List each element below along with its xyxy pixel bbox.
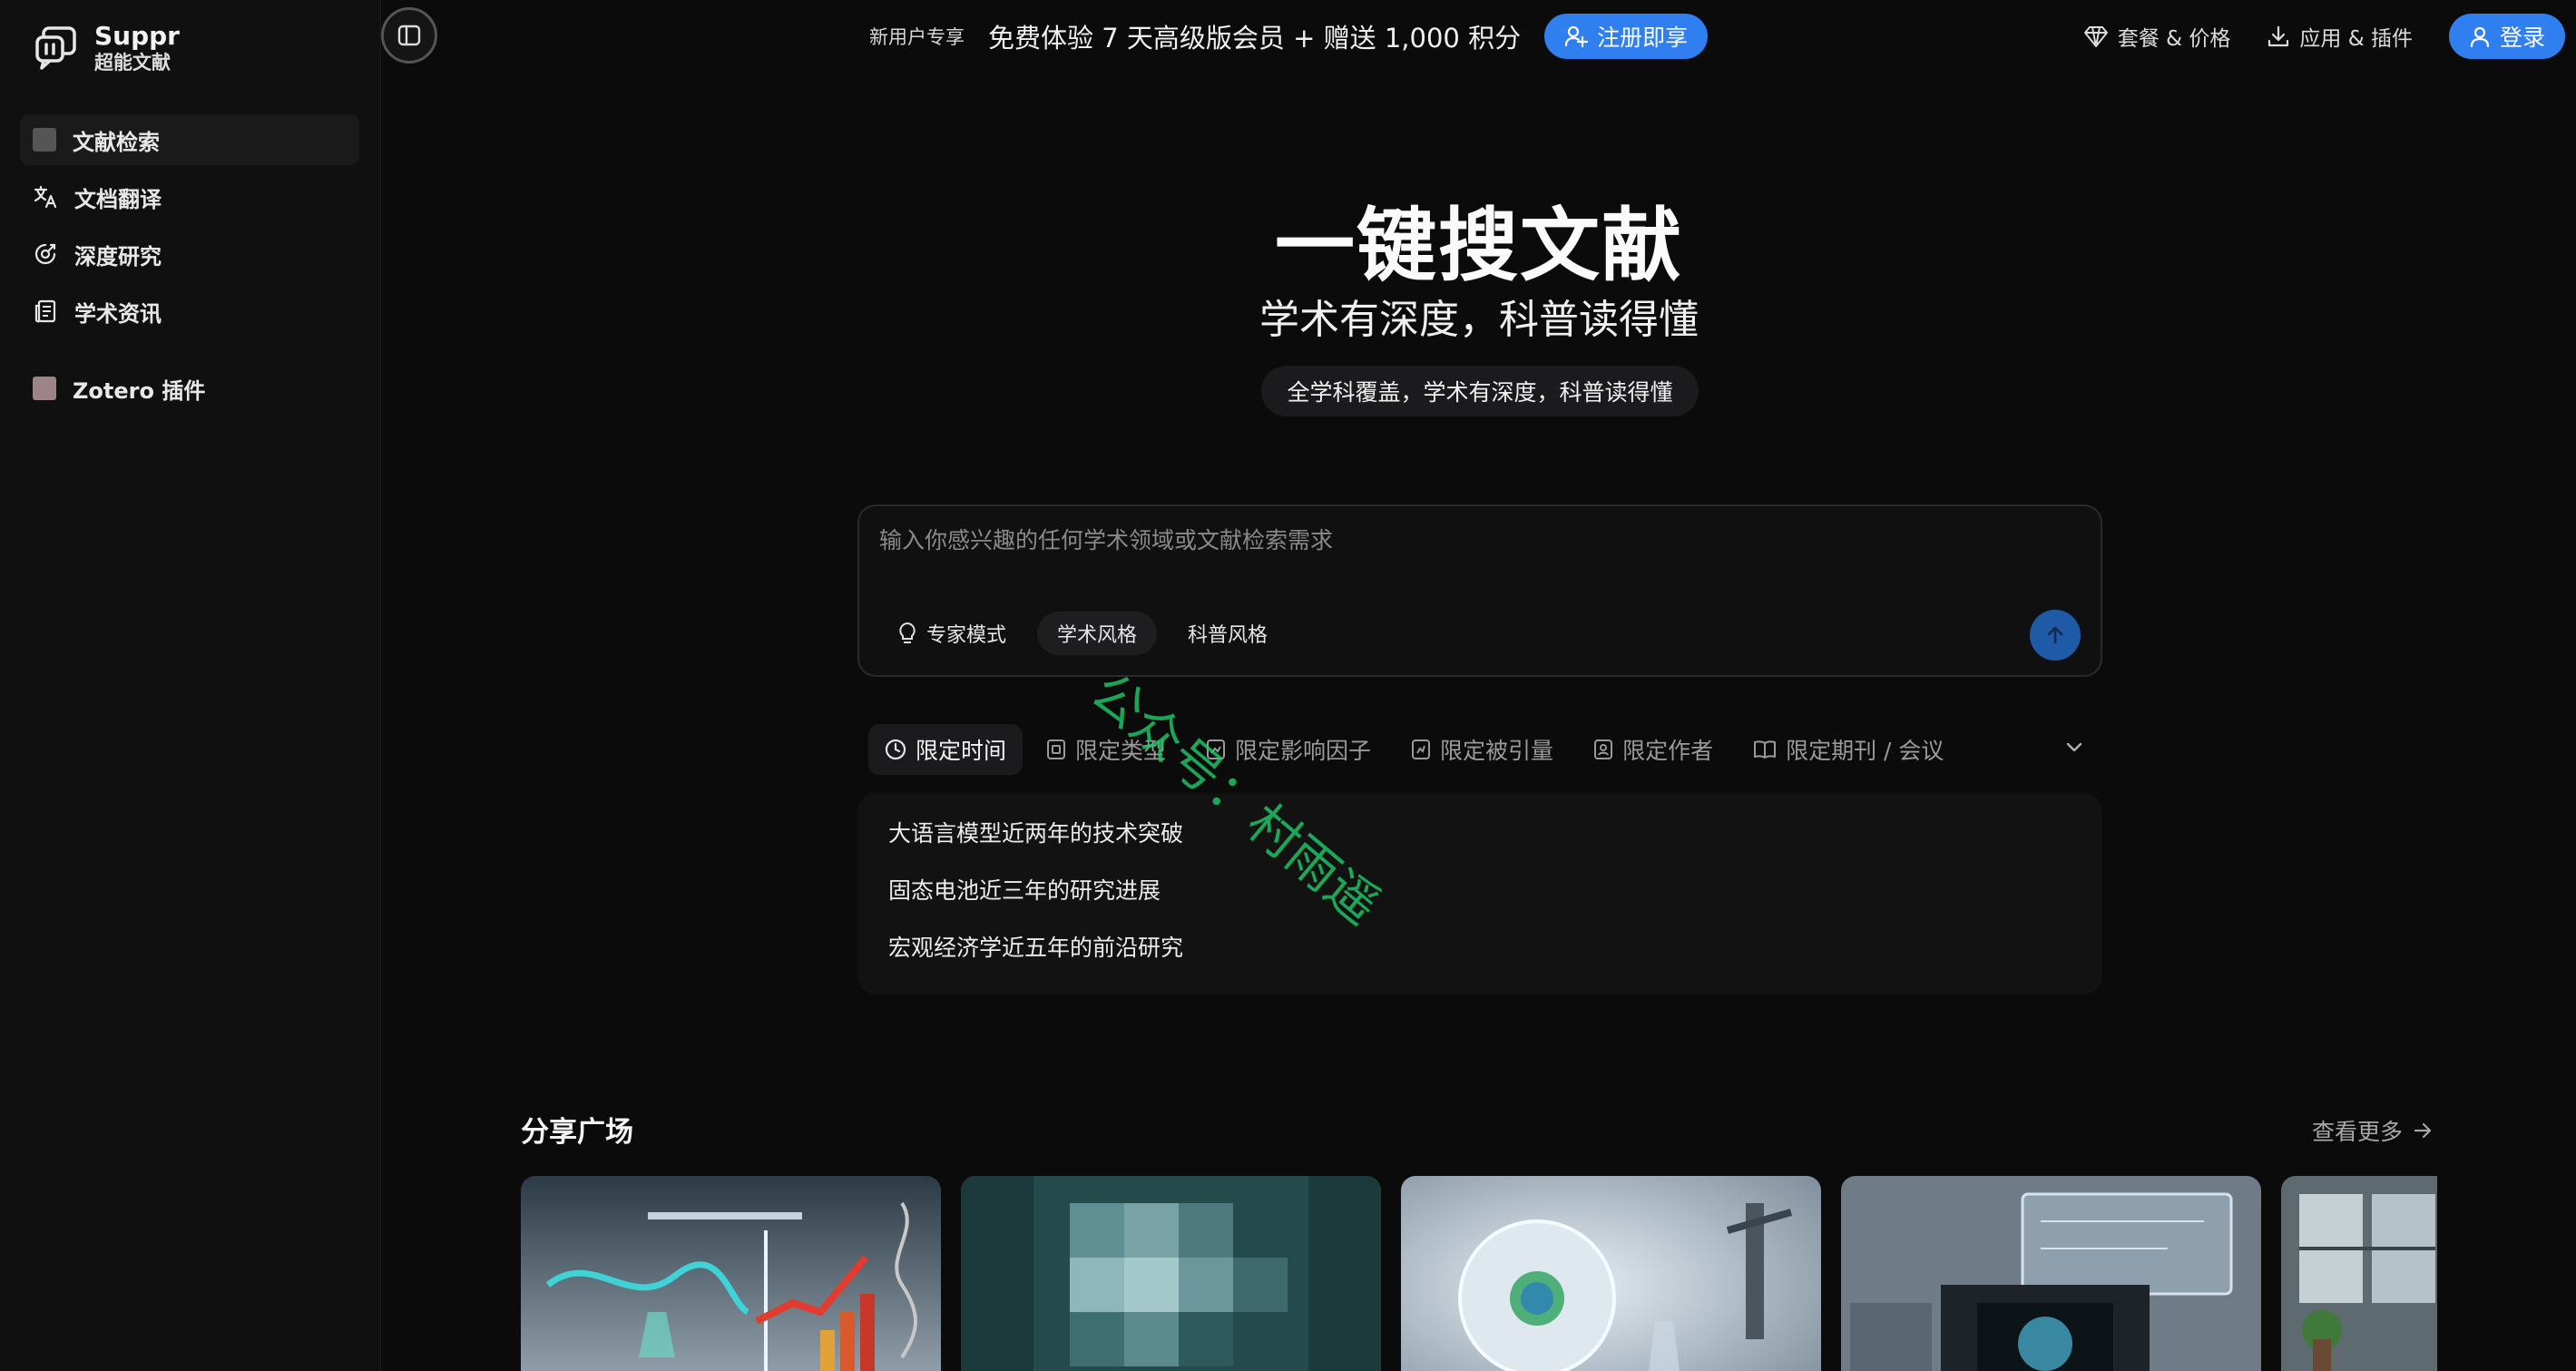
brand[interactable]: Suppr 超能文献 bbox=[34, 22, 180, 74]
download-icon bbox=[2268, 25, 2289, 47]
pricing-label: 套餐 & 价格 bbox=[2117, 27, 2231, 51]
suggestion-item[interactable]: 宏观经济学近五年的前沿研究 bbox=[888, 933, 2072, 990]
send-button[interactable] bbox=[2030, 610, 2081, 661]
sidebar-item-zotero[interactable]: Zotero 插件 bbox=[20, 363, 359, 414]
apps-link[interactable]: 应用 & 插件 bbox=[2267, 21, 2413, 52]
filter-bar: 限定时间 限定类型 限定影响因子 限定被引量 限定作者 限定期刊 / 会议 bbox=[868, 722, 2093, 777]
share-card-row bbox=[521, 1176, 2437, 1371]
sidebar-toggle-button[interactable] bbox=[381, 7, 437, 64]
promo-banner: 新用户专享 免费体验 7 天高级版会员 + 赠送 1,000 积分 注册即享 bbox=[869, 13, 1709, 60]
card-image bbox=[2281, 1176, 2437, 1371]
sidebar-item-literature-search[interactable]: 文献检索 bbox=[20, 114, 359, 165]
logo-icon bbox=[35, 26, 76, 70]
filter-label: 限定被引量 bbox=[1440, 738, 1554, 764]
filter-time[interactable]: 限定时间 bbox=[868, 724, 1024, 775]
share-card[interactable] bbox=[961, 1176, 1381, 1371]
suggestion-item[interactable]: 大语言模型近两年的技术突破 bbox=[888, 818, 2072, 876]
arrow-up-icon bbox=[2047, 626, 2063, 644]
filter-label: 限定作者 bbox=[1622, 738, 1714, 764]
top-right-nav: 套餐 & 价格 应用 & 插件 登录 bbox=[2083, 13, 2565, 60]
promo-text: 免费体验 7 天高级版会员 + 赠送 1,000 积分 bbox=[988, 23, 1522, 54]
card-image bbox=[961, 1176, 1381, 1371]
share-section-title: 分享广场 bbox=[521, 1116, 633, 1149]
sidebar-toggle-icon bbox=[397, 24, 421, 46]
author-icon bbox=[1594, 739, 1613, 759]
diamond-icon bbox=[2083, 26, 2108, 47]
academic-style-label: 学术风格 bbox=[1057, 624, 1138, 647]
apps-label: 应用 & 插件 bbox=[2299, 27, 2413, 51]
academic-style-option[interactable]: 学术风格 bbox=[1037, 612, 1158, 655]
search-input[interactable] bbox=[877, 526, 1966, 554]
share-card[interactable] bbox=[521, 1176, 941, 1371]
popular-science-label: 科普风格 bbox=[1188, 624, 1268, 647]
share-card[interactable] bbox=[1401, 1176, 1821, 1371]
card-image bbox=[1401, 1176, 1821, 1371]
promo-tag: 新用户专享 bbox=[869, 26, 965, 48]
login-label: 登录 bbox=[2499, 24, 2545, 51]
clock-icon bbox=[885, 739, 906, 760]
register-button[interactable]: 注册即享 bbox=[1544, 14, 1709, 59]
filter-expand-button[interactable] bbox=[2062, 735, 2086, 759]
view-more-link[interactable]: 查看更多 bbox=[2312, 1114, 2434, 1147]
filter-author[interactable]: 限定作者 bbox=[1577, 724, 1729, 775]
card-image bbox=[1841, 1176, 2261, 1371]
search-doc-icon bbox=[33, 128, 56, 152]
share-card[interactable] bbox=[2281, 1176, 2437, 1371]
filter-citations[interactable]: 限定被引量 bbox=[1395, 724, 1570, 775]
hero-subtitle: 学术有深度，科普读得懂 bbox=[1259, 297, 1699, 343]
chevron-down-icon bbox=[2066, 742, 2082, 752]
pricing-link[interactable]: 套餐 & 价格 bbox=[2083, 21, 2231, 52]
suggestion-list: 大语言模型近两年的技术突破 固态电池近三年的研究进展 宏观经济学近五年的前沿研究 bbox=[857, 793, 2102, 994]
register-label: 注册即享 bbox=[1597, 24, 1689, 51]
arrow-right-icon bbox=[2414, 1122, 2432, 1139]
sidebar-item-label: 文献检索 bbox=[73, 129, 160, 155]
mode-row: 专家模式 学术风格 科普风格 bbox=[877, 612, 1288, 655]
expert-mode-toggle[interactable]: 专家模式 bbox=[877, 612, 1026, 655]
lightbulb-icon bbox=[899, 622, 916, 643]
login-button[interactable]: 登录 bbox=[2448, 14, 2565, 59]
brand-name: Suppr bbox=[94, 21, 180, 51]
filter-label: 限定时间 bbox=[916, 738, 1007, 764]
suggestion-item[interactable]: 固态电池近三年的研究进展 bbox=[888, 876, 2072, 933]
user-icon bbox=[2470, 26, 2490, 47]
search-box: 专家模式 学术风格 科普风格 bbox=[857, 504, 2102, 677]
popular-science-option[interactable]: 科普风格 bbox=[1168, 612, 1288, 655]
book-icon bbox=[1754, 740, 1777, 759]
expert-mode-label: 专家模式 bbox=[926, 624, 1007, 647]
brand-subtitle: 超能文献 bbox=[94, 52, 171, 73]
share-card[interactable] bbox=[1841, 1176, 2261, 1371]
hero-title: 一键搜文献 bbox=[1274, 199, 1683, 292]
sidebar-item-label: Zotero 插件 bbox=[73, 377, 206, 404]
citation-icon bbox=[1412, 739, 1431, 759]
filter-label: 限定影响因子 bbox=[1235, 738, 1372, 764]
doc-type-icon bbox=[1047, 739, 1066, 759]
add-user-icon bbox=[1564, 25, 1589, 48]
hero-pill: 全学科覆盖，学术有深度，科普读得懂 bbox=[1261, 366, 1699, 416]
filter-journal[interactable]: 限定期刊 / 会议 bbox=[1737, 724, 1960, 775]
filter-label: 限定期刊 / 会议 bbox=[1786, 738, 1944, 764]
card-image bbox=[521, 1176, 941, 1371]
zotero-icon bbox=[33, 377, 56, 400]
view-more-label: 查看更多 bbox=[2312, 1119, 2404, 1145]
